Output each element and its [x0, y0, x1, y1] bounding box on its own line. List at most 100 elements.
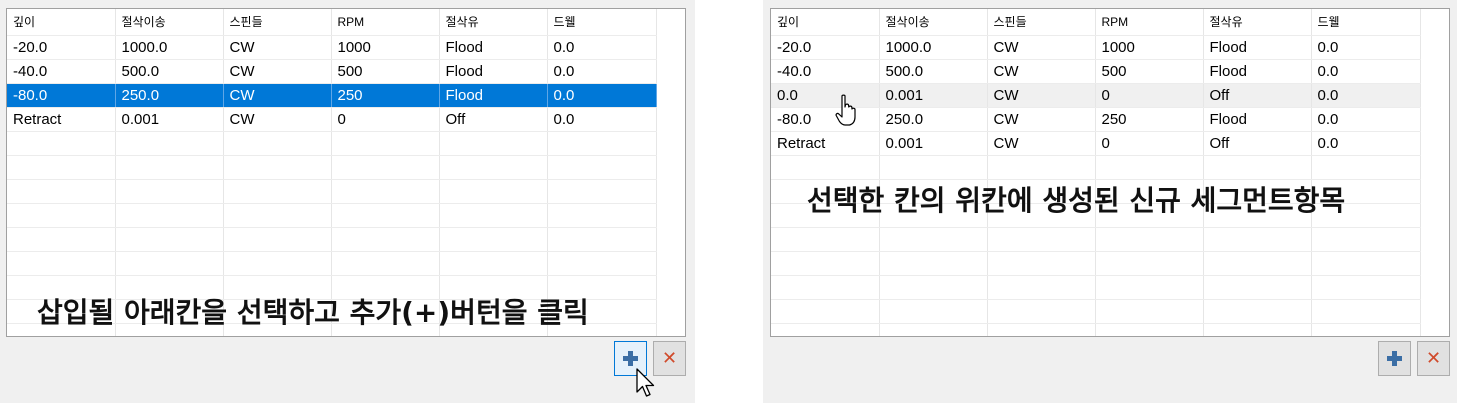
header-row: 깊이 절삭이송 스핀들 RPM 절삭유 드웰 — [7, 9, 657, 36]
column-header-spindle[interactable]: 스핀들 — [223, 9, 332, 36]
cell-coolant[interactable]: Flood — [439, 59, 548, 84]
cell-feed[interactable]: 250.0 — [115, 83, 224, 108]
table-row-selected[interactable]: -80.0 250.0 CW 250 Flood 0.0 — [7, 83, 657, 108]
cell-rpm[interactable]: 500 — [1095, 59, 1204, 84]
column-header-depth[interactable]: 깊이 — [771, 9, 880, 36]
table-row[interactable]: -20.0 1000.0 CW 1000 Flood 0.0 — [771, 35, 1421, 60]
table-row[interactable]: -40.0 500.0 CW 500 Flood 0.0 — [7, 59, 657, 84]
cell-depth[interactable]: -20.0 — [7, 35, 116, 60]
cell-coolant[interactable]: Off — [1203, 131, 1312, 156]
table-row[interactable]: -20.0 1000.0 CW 1000 Flood 0.0 — [7, 35, 657, 60]
cell-coolant[interactable]: Off — [439, 107, 548, 132]
empty-row — [771, 227, 1421, 252]
segment-table: 깊이 절삭이송 스핀들 RPM 절삭유 드웰 -20.0 1000.0 CW 1… — [7, 9, 657, 336]
left-panel: 깊이 절삭이송 스핀들 RPM 절삭유 드웰 -20.0 1000.0 CW 1… — [0, 0, 695, 403]
add-segment-button[interactable] — [1378, 341, 1411, 376]
empty-row — [771, 299, 1421, 324]
cell-depth[interactable]: -20.0 — [771, 35, 880, 60]
column-header-feed[interactable]: 절삭이송 — [879, 9, 988, 36]
cell-coolant[interactable]: Flood — [439, 35, 548, 60]
delete-segment-button[interactable]: ✕ — [1417, 341, 1450, 376]
right-panel: 깊이 절삭이송 스핀들 RPM 절삭유 드웰 -20.0 1000.0 CW 1… — [763, 0, 1457, 403]
cell-coolant[interactable]: Off — [1203, 83, 1312, 108]
column-header-spindle[interactable]: 스핀들 — [987, 9, 1096, 36]
cell-dwell[interactable]: 0.0 — [1311, 107, 1421, 132]
close-icon: ✕ — [1425, 347, 1442, 369]
cell-dwell[interactable]: 0.0 — [547, 83, 657, 108]
instruction-caption: 삽입될 아래칸을 선택하고 추가(+)버턴을 클릭 — [37, 296, 589, 329]
cell-spindle[interactable]: CW — [223, 83, 332, 108]
cell-spindle[interactable]: CW — [987, 59, 1096, 84]
cell-spindle[interactable]: CW — [987, 107, 1096, 132]
cell-dwell[interactable]: 0.0 — [547, 59, 657, 84]
cell-feed[interactable]: 0.001 — [115, 107, 224, 132]
cell-feed[interactable]: 0.001 — [879, 131, 988, 156]
cell-depth[interactable]: 0.0 — [771, 83, 880, 108]
cell-spindle[interactable]: CW — [987, 131, 1096, 156]
cell-spindle[interactable]: CW — [223, 59, 332, 84]
column-header-coolant[interactable]: 절삭유 — [1203, 9, 1312, 36]
cell-rpm[interactable]: 1000 — [1095, 35, 1204, 60]
cell-coolant[interactable]: Flood — [439, 83, 548, 108]
table-row[interactable]: Retract 0.001 CW 0 Off 0.0 — [7, 107, 657, 132]
mouse-pointer-icon — [636, 368, 655, 397]
cell-feed[interactable]: 1000.0 — [115, 35, 224, 60]
cell-dwell[interactable]: 0.0 — [547, 35, 657, 60]
cell-depth[interactable]: Retract — [7, 107, 116, 132]
empty-row — [7, 131, 657, 156]
empty-row — [7, 179, 657, 204]
cell-rpm[interactable]: 250 — [331, 83, 440, 108]
empty-row — [7, 155, 657, 180]
table-row[interactable]: -80.0 250.0 CW 250 Flood 0.0 — [771, 107, 1421, 132]
cell-rpm[interactable]: 0 — [1095, 83, 1204, 108]
cell-dwell[interactable]: 0.0 — [1311, 131, 1421, 156]
cell-spindle[interactable]: CW — [223, 107, 332, 132]
column-header-depth[interactable]: 깊이 — [7, 9, 116, 36]
cell-dwell[interactable]: 0.0 — [547, 107, 657, 132]
column-header-rpm[interactable]: RPM — [331, 9, 440, 36]
cell-dwell[interactable]: 0.0 — [1311, 83, 1421, 108]
segment-grid[interactable]: 깊이 절삭이송 스핀들 RPM 절삭유 드웰 -20.0 1000.0 CW 1… — [6, 8, 686, 337]
header-row: 깊이 절삭이송 스핀들 RPM 절삭유 드웰 — [771, 9, 1421, 36]
cell-feed[interactable]: 1000.0 — [879, 35, 988, 60]
cell-rpm[interactable]: 0 — [331, 107, 440, 132]
empty-row — [771, 251, 1421, 276]
cell-depth[interactable]: Retract — [771, 131, 880, 156]
segment-table: 깊이 절삭이송 스핀들 RPM 절삭유 드웰 -20.0 1000.0 CW 1… — [771, 9, 1421, 336]
cell-coolant[interactable]: Flood — [1203, 35, 1312, 60]
cell-coolant[interactable]: Flood — [1203, 59, 1312, 84]
cell-feed[interactable]: 250.0 — [879, 107, 988, 132]
cell-feed[interactable]: 500.0 — [115, 59, 224, 84]
cell-dwell[interactable]: 0.0 — [1311, 59, 1421, 84]
cell-spindle[interactable]: CW — [223, 35, 332, 60]
cell-rpm[interactable]: 0 — [1095, 131, 1204, 156]
cell-feed[interactable]: 0.001 — [879, 83, 988, 108]
cell-rpm[interactable]: 500 — [331, 59, 440, 84]
close-icon: ✕ — [661, 347, 678, 369]
table-row[interactable]: -40.0 500.0 CW 500 Flood 0.0 — [771, 59, 1421, 84]
column-header-rpm[interactable]: RPM — [1095, 9, 1204, 36]
segment-grid[interactable]: 깊이 절삭이송 스핀들 RPM 절삭유 드웰 -20.0 1000.0 CW 1… — [770, 8, 1450, 337]
cell-rpm[interactable]: 250 — [1095, 107, 1204, 132]
cell-feed[interactable]: 500.0 — [879, 59, 988, 84]
column-header-coolant[interactable]: 절삭유 — [439, 9, 548, 36]
cell-depth[interactable]: -40.0 — [7, 59, 116, 84]
column-header-feed[interactable]: 절삭이송 — [115, 9, 224, 36]
cell-depth[interactable]: -40.0 — [771, 59, 880, 84]
column-header-dwell[interactable]: 드웰 — [547, 9, 657, 36]
cell-depth[interactable]: -80.0 — [7, 83, 116, 108]
cell-depth[interactable]: -80.0 — [771, 107, 880, 132]
empty-row — [771, 323, 1421, 336]
cell-dwell[interactable]: 0.0 — [1311, 35, 1421, 60]
cell-spindle[interactable]: CW — [987, 83, 1096, 108]
table-row[interactable]: Retract 0.001 CW 0 Off 0.0 — [771, 131, 1421, 156]
empty-row — [7, 251, 657, 276]
cell-rpm[interactable]: 1000 — [331, 35, 440, 60]
cell-spindle[interactable]: CW — [987, 35, 1096, 60]
table-row-new[interactable]: 0.0 0.001 CW 0 Off 0.0 — [771, 83, 1421, 108]
plus-icon — [1387, 351, 1402, 366]
cell-coolant[interactable]: Flood — [1203, 107, 1312, 132]
column-header-dwell[interactable]: 드웰 — [1311, 9, 1421, 36]
plus-icon — [623, 351, 638, 366]
result-caption: 선택한 칸의 위칸에 생성된 신규 세그먼트항목 — [807, 184, 1346, 217]
